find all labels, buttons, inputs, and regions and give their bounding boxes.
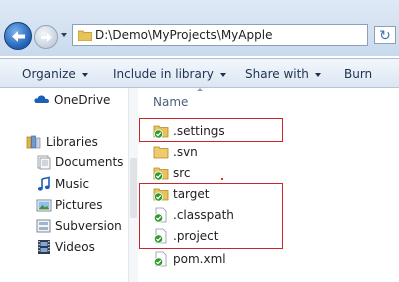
organize-menu[interactable]: Organize [22, 67, 88, 81]
burn-button[interactable]: Burn [344, 67, 372, 81]
music-note-icon [37, 176, 50, 191]
onedrive-cloud-icon [34, 95, 49, 103]
recent-pages-dropdown-icon[interactable] [61, 33, 67, 37]
file-name: src [173, 166, 191, 180]
scrollbar-thumb[interactable] [130, 158, 137, 218]
folder-icon [153, 146, 169, 159]
nav-item-label: Documents [55, 155, 124, 169]
file-name: .svn [173, 145, 198, 159]
chevron-down-icon [81, 72, 88, 77]
back-button[interactable] [4, 22, 32, 50]
subversion-library-icon [36, 219, 51, 233]
nav-item-label: Music [55, 177, 90, 191]
nav-item-label: Pictures [55, 198, 103, 212]
chevron-down-icon [219, 72, 226, 77]
include-in-library-menu[interactable]: Include in library [113, 67, 226, 81]
stray-mark [221, 178, 223, 180]
documents-library-icon [37, 155, 51, 170]
folder-icon [78, 30, 92, 41]
highlight-box-target-classpath-project [139, 183, 283, 249]
nav-item-label: OneDrive [54, 93, 111, 107]
nav-item-label: Videos [55, 240, 95, 254]
file-with-green-check-icon [153, 251, 167, 267]
nav-item-label: Libraries [46, 135, 98, 149]
forward-arrow-icon [41, 33, 52, 42]
libraries-icon [26, 135, 41, 149]
address-path: D:\Demo\MyProjects\MyApple [95, 28, 273, 42]
navigation-scrollbar[interactable] [128, 88, 138, 282]
back-arrow-icon [12, 31, 25, 42]
refresh-button[interactable]: ↻ [374, 26, 396, 44]
sort-indicator-icon [197, 88, 203, 91]
folder-with-green-check-icon [153, 167, 169, 181]
pictures-icon [36, 199, 52, 212]
command-toolbar: Organize Include in library Share with B… [0, 58, 399, 88]
share-with-menu[interactable]: Share with [245, 67, 321, 81]
nav-item-label: Subversion [55, 219, 122, 233]
forward-button[interactable] [34, 25, 58, 49]
highlight-box-settings [139, 118, 283, 142]
file-name: pom.xml [173, 252, 226, 266]
column-header-name[interactable]: Name [153, 95, 188, 109]
videos-film-icon [38, 240, 50, 254]
navigation-pane: OneDrive Libraries Documents Music Pictu… [0, 88, 128, 282]
address-bar[interactable]: D:\Demo\MyProjects\MyApple [72, 24, 368, 46]
chevron-down-icon [314, 72, 321, 77]
